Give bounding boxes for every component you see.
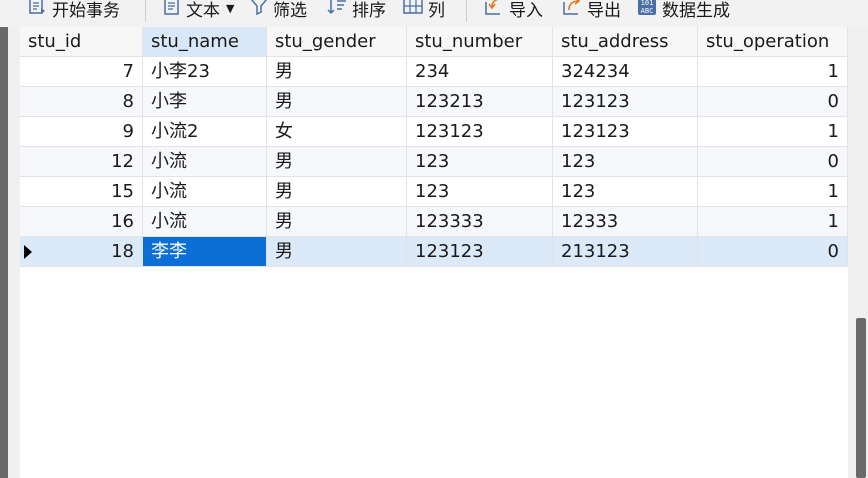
cell-stu-number[interactable]: 123333 (407, 207, 553, 237)
cell-stu-operation[interactable]: 0 (698, 237, 848, 267)
column-header-stu-id[interactable]: stu_id (20, 27, 143, 57)
cell-stu-gender[interactable]: 男 (267, 207, 407, 237)
cell-stu-number[interactable]: 123123 (407, 117, 553, 147)
table-row[interactable]: 9 小流2 女 123123 123123 1 (20, 117, 848, 147)
text-label: 文本 (186, 0, 220, 21)
cell-stu-gender[interactable]: 女 (267, 117, 407, 147)
cell-stu-address[interactable]: 123 (553, 177, 698, 207)
cell-stu-operation[interactable]: 1 (698, 207, 848, 237)
sort-button[interactable]: 排序 (326, 0, 386, 22)
cell-stu-number[interactable]: 234 (407, 57, 553, 87)
table-row-selected[interactable]: 18 李李 男 123123 213123 0 (20, 237, 848, 267)
data-generate-label: 数据生成 (662, 0, 730, 21)
cell-stu-number[interactable]: 123213 (407, 87, 553, 117)
cell-stu-name-selected[interactable]: 李李 (143, 237, 267, 267)
svg-text:ABC: ABC (641, 7, 654, 15)
current-row-indicator-icon (20, 237, 36, 266)
cell-stu-operation[interactable]: 0 (698, 87, 848, 117)
text-button[interactable]: 文本 ▼ (162, 0, 234, 22)
cell-stu-address[interactable]: 324234 (553, 57, 698, 87)
cell-stu-number[interactable]: 123 (407, 177, 553, 207)
cell-stu-name[interactable]: 小流 (143, 147, 267, 177)
data-generate-button[interactable]: 101 ABC 数据生成 (636, 0, 730, 22)
sort-label: 排序 (352, 0, 386, 21)
cell-stu-name[interactable]: 小流 (143, 177, 267, 207)
filter-icon (249, 0, 269, 21)
text-icon (162, 0, 182, 21)
column-header-stu-address[interactable]: stu_address (553, 27, 698, 57)
table-row[interactable]: 12 小流 男 123 123 0 (20, 147, 848, 177)
cell-stu-gender[interactable]: 男 (267, 177, 407, 207)
export-label: 导出 (587, 0, 621, 21)
begin-transaction-label: 开始事务 (52, 0, 120, 21)
columns-button[interactable]: 列 (402, 0, 445, 22)
cell-stu-id[interactable]: 12 (20, 147, 143, 177)
toolbar-separator (145, 0, 146, 22)
cell-stu-name[interactable]: 小流 (143, 207, 267, 237)
import-button[interactable]: 导入 (483, 0, 543, 22)
cell-stu-gender[interactable]: 男 (267, 237, 407, 267)
left-panel-edge (0, 27, 8, 478)
cell-stu-id[interactable]: 18 (20, 237, 143, 267)
chevron-down-icon[interactable]: ▼ (226, 2, 234, 15)
cell-stu-name[interactable]: 小李 (143, 87, 267, 117)
left-gutter (8, 27, 20, 478)
toolbar: 开始事务 文本 ▼ 筛选 排序 列 导入 导出 101 ABC 数据生成 (0, 0, 868, 27)
cell-stu-id[interactable]: 7 (20, 57, 143, 87)
cell-stu-id[interactable]: 9 (20, 117, 143, 147)
import-icon (483, 0, 505, 21)
filter-label: 筛选 (273, 0, 307, 21)
cell-stu-operation[interactable]: 1 (698, 117, 848, 147)
filter-button[interactable]: 筛选 (249, 0, 307, 22)
transaction-icon (28, 0, 48, 21)
column-header-stu-name[interactable]: stu_name (143, 27, 267, 57)
data-generate-icon: 101 ABC (636, 0, 658, 21)
columns-icon (402, 0, 424, 21)
cell-stu-name[interactable]: 小李23 (143, 57, 267, 87)
cell-stu-address[interactable]: 123 (553, 147, 698, 177)
table-row[interactable]: 7 小李23 男 234 324234 1 (20, 57, 848, 87)
table-row[interactable]: 8 小李 男 123213 123123 0 (20, 87, 848, 117)
cell-stu-operation[interactable]: 1 (698, 57, 848, 87)
export-button[interactable]: 导出 (561, 0, 621, 22)
table-row[interactable]: 15 小流 男 123 123 1 (20, 177, 848, 207)
cell-stu-id[interactable]: 16 (20, 207, 143, 237)
vertical-scrollbar-thumb[interactable] (856, 318, 866, 478)
cell-stu-id[interactable]: 15 (20, 177, 143, 207)
cell-stu-address[interactable]: 12333 (553, 207, 698, 237)
import-label: 导入 (509, 0, 543, 21)
sort-icon (326, 0, 348, 21)
column-header-stu-number[interactable]: stu_number (407, 27, 553, 57)
cell-stu-id[interactable]: 8 (20, 87, 143, 117)
cell-stu-address[interactable]: 123123 (553, 117, 698, 147)
column-header-stu-gender[interactable]: stu_gender (267, 27, 407, 57)
begin-transaction-button[interactable]: 开始事务 (28, 0, 120, 22)
columns-label: 列 (428, 0, 445, 21)
cell-stu-operation[interactable]: 1 (698, 177, 848, 207)
cell-stu-address[interactable]: 123123 (553, 87, 698, 117)
toolbar-separator (466, 0, 467, 22)
cell-stu-address[interactable]: 213123 (553, 237, 698, 267)
export-icon (561, 0, 583, 21)
cell-stu-gender[interactable]: 男 (267, 147, 407, 177)
grid-header: stu_id stu_name stu_gender stu_number st… (20, 27, 848, 57)
cell-stu-gender[interactable]: 男 (267, 57, 407, 87)
cell-stu-number[interactable]: 123 (407, 147, 553, 177)
cell-stu-gender[interactable]: 男 (267, 87, 407, 117)
column-header-stu-operation[interactable]: stu_operation (698, 27, 848, 57)
cell-stu-operation[interactable]: 0 (698, 147, 848, 177)
cell-stu-number[interactable]: 123123 (407, 237, 553, 267)
cell-stu-id-value: 18 (111, 241, 134, 262)
table-row[interactable]: 16 小流 男 123333 12333 1 (20, 207, 848, 237)
cell-stu-name[interactable]: 小流2 (143, 117, 267, 147)
